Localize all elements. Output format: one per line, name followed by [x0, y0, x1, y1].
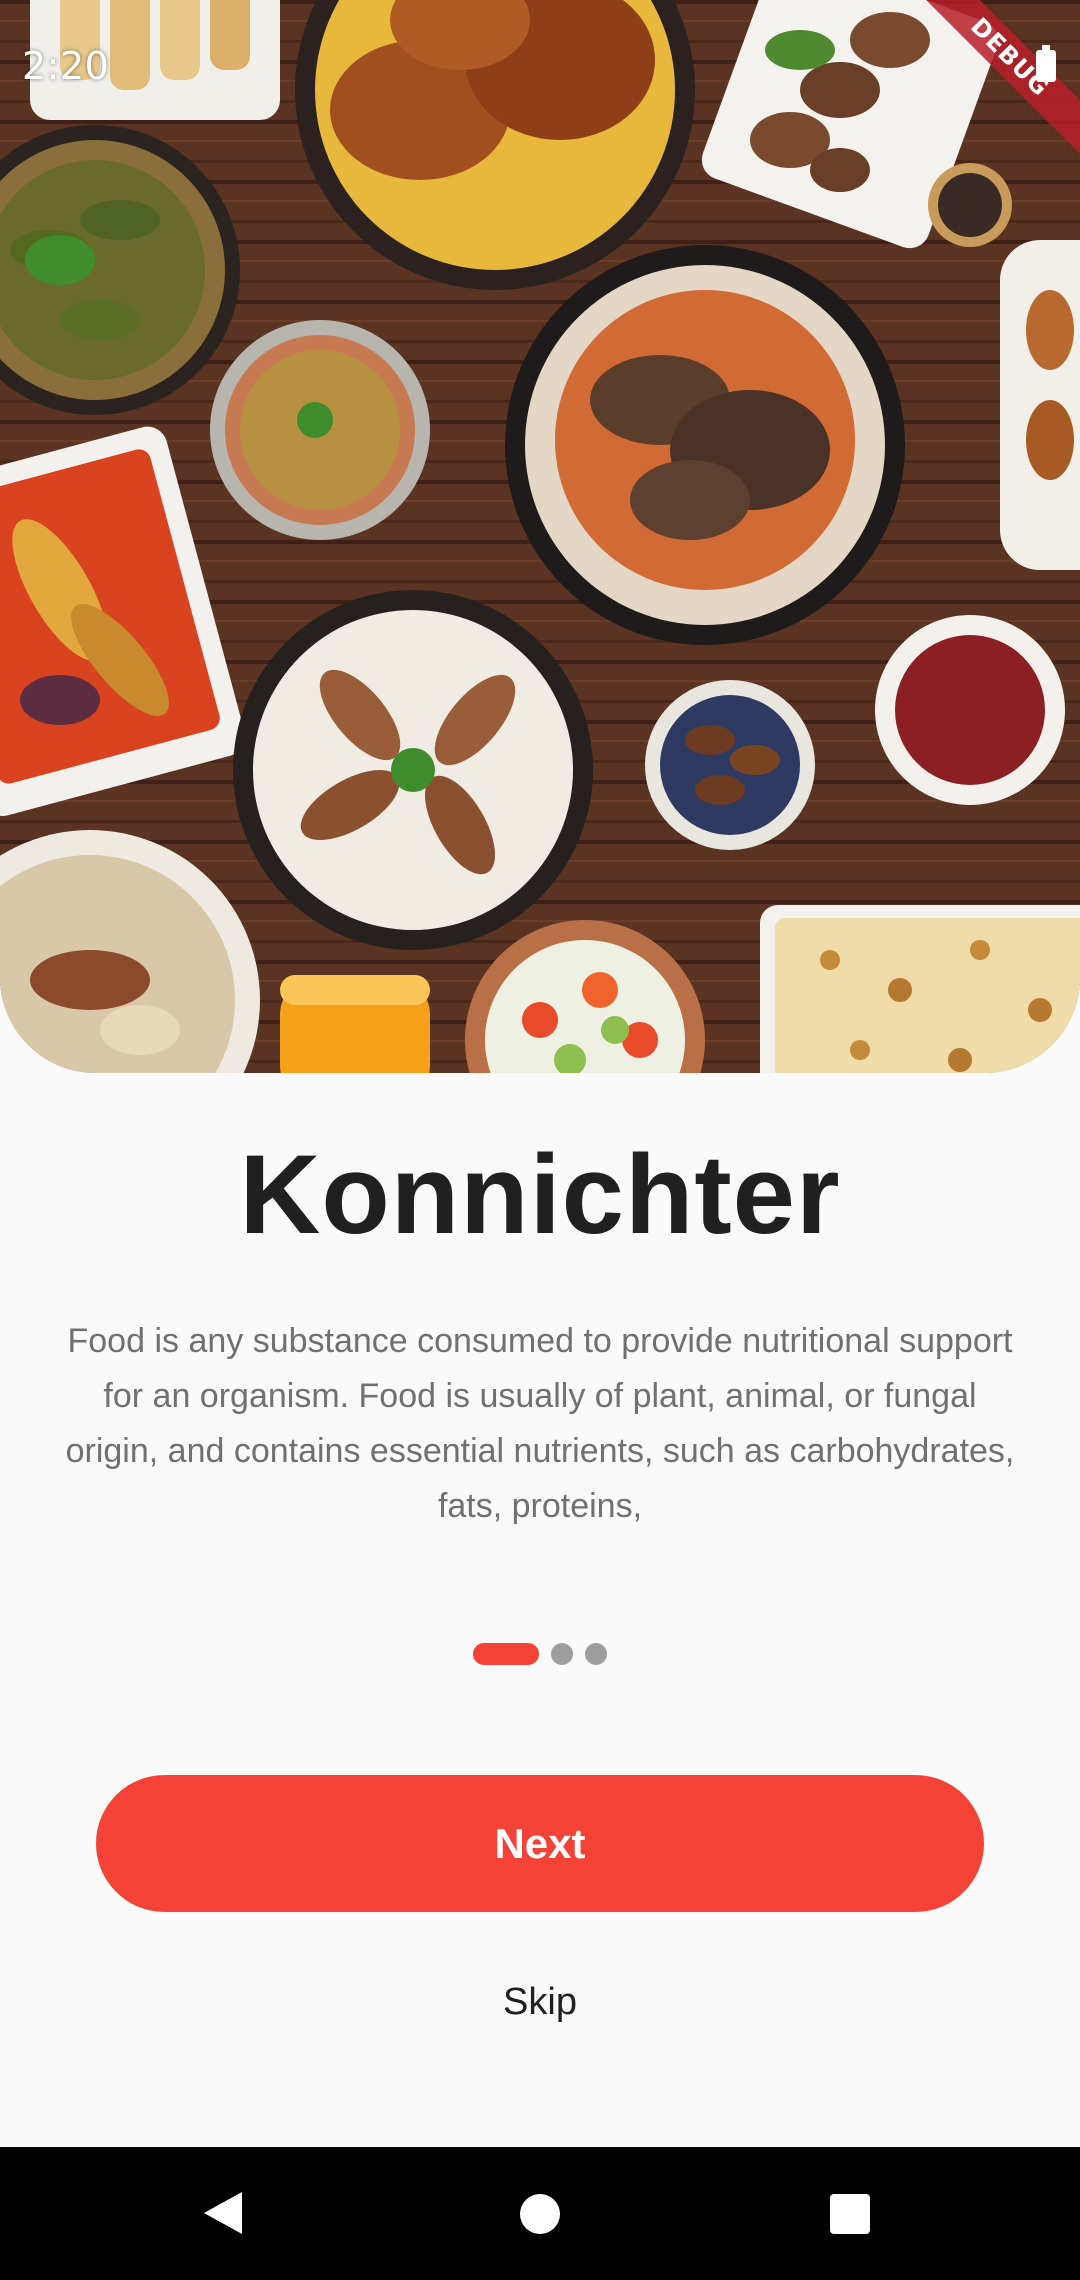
food-spread-image: 2:20 DEBUG: [0, 0, 1080, 1073]
skip-button[interactable]: Skip: [440, 1970, 640, 2034]
back-triangle-icon[interactable]: [204, 2192, 242, 2234]
onboarding-description: Food is any substance consumed to provid…: [65, 1322, 1015, 1525]
page-indicator-dot: [585, 1643, 607, 1665]
system-navigation-bar: [0, 2147, 1080, 2280]
page-indicator-dot: [551, 1643, 573, 1665]
home-circle-icon[interactable]: [520, 2194, 560, 2234]
onboarding-title: Konnichter: [239, 1132, 841, 1257]
page-indicator: [0, 1643, 1080, 1665]
status-time: 2:20: [22, 44, 110, 88]
page-indicator-dot-active: [473, 1643, 539, 1665]
onboarding-screen: 2:20 DEBUG Konnichter Food is any substa…: [0, 0, 1080, 2280]
recents-square-icon[interactable]: [830, 2194, 870, 2234]
battery-full-icon: [1036, 45, 1056, 82]
next-button[interactable]: Next: [96, 1775, 984, 1912]
